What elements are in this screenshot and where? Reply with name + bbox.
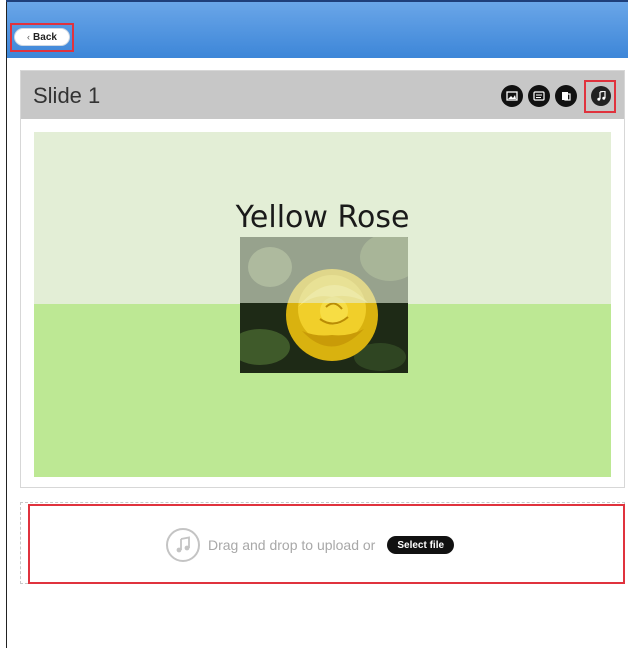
upload-instructions: Drag and drop to upload or: [208, 537, 376, 553]
select-file-button[interactable]: Select file: [387, 536, 455, 554]
music-note-icon: [166, 528, 200, 562]
rose-image-fade: [240, 237, 408, 303]
slide-title: Slide 1: [33, 83, 101, 108]
slide-panel: Slide 1 Yellow Rose: [20, 70, 625, 488]
top-header-bar: [7, 2, 628, 58]
chevron-left-icon: ‹: [27, 32, 31, 42]
music-note-icon[interactable]: [591, 86, 611, 106]
back-button-label: Back: [33, 31, 57, 43]
image-icon[interactable]: [501, 85, 523, 107]
slide-heading[interactable]: Yellow Rose: [34, 200, 611, 235]
back-button[interactable]: ‹ Back: [14, 28, 70, 46]
layout-icon[interactable]: [555, 85, 577, 107]
window-frame-left: [6, 0, 7, 648]
slide-panel-header: Slide 1: [21, 71, 624, 119]
upload-row: Drag and drop to upload or Select file: [166, 526, 455, 564]
text-icon[interactable]: [528, 85, 550, 107]
slide-canvas[interactable]: Yellow Rose: [34, 132, 611, 477]
rose-image[interactable]: [240, 237, 408, 373]
